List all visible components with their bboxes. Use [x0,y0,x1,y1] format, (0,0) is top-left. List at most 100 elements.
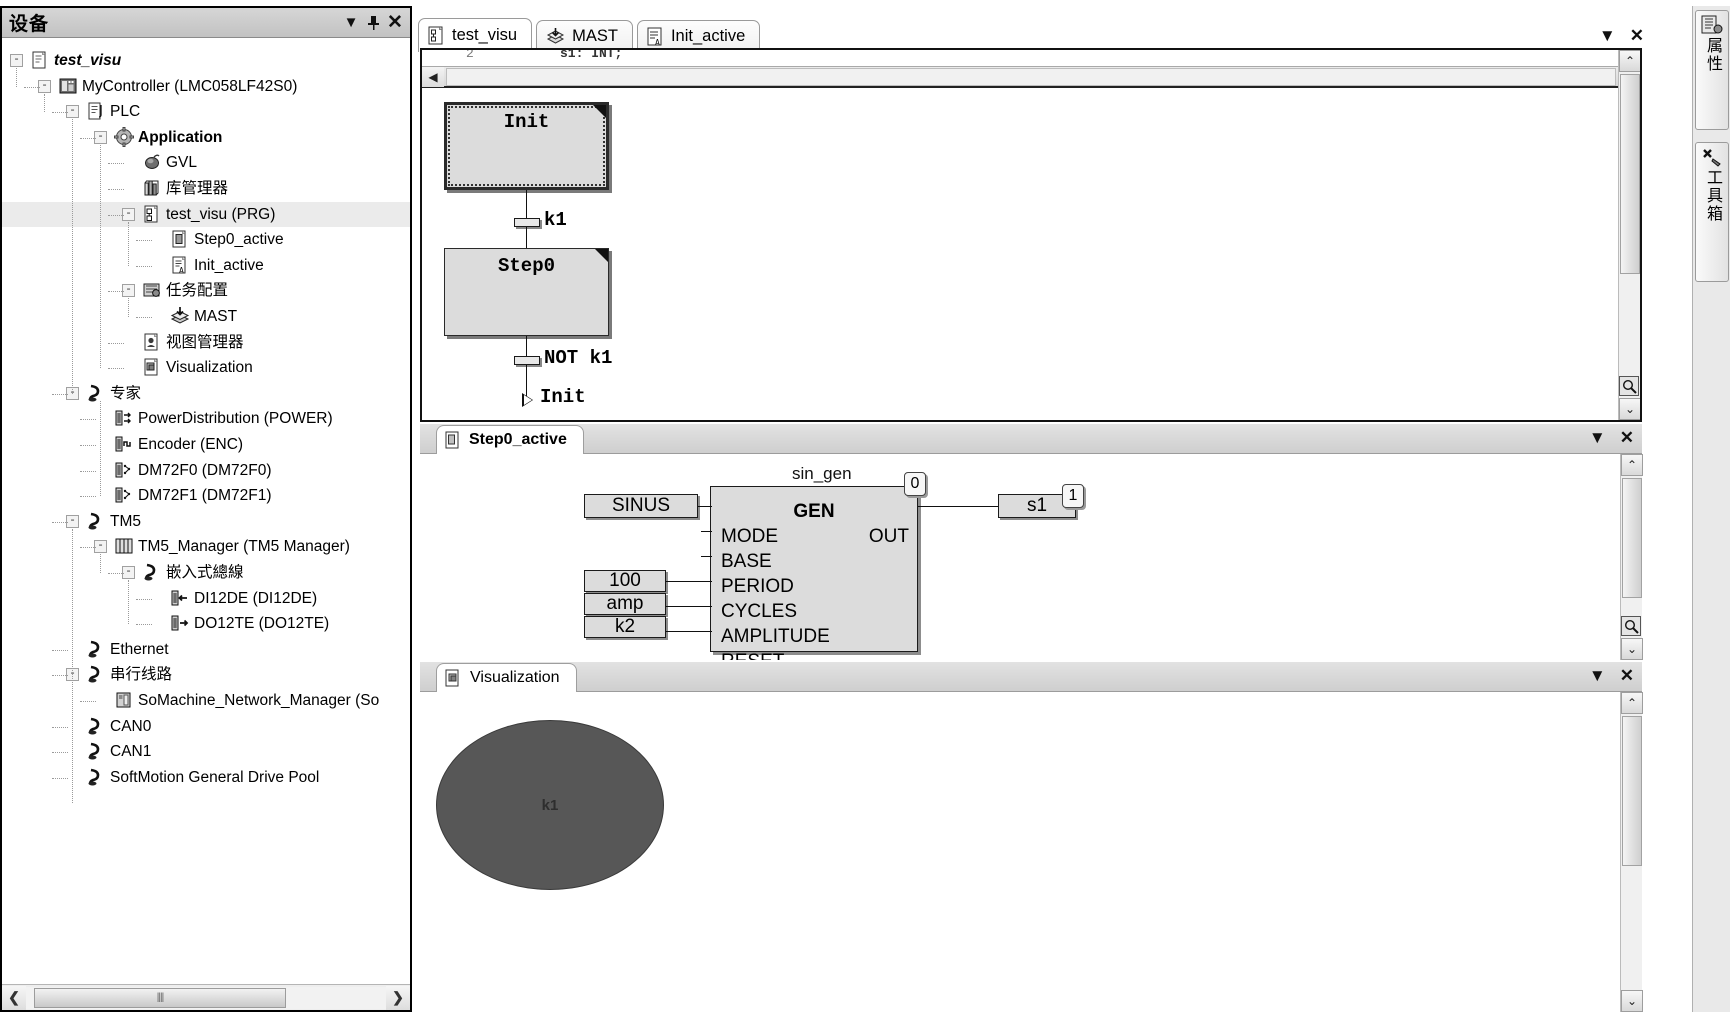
application-icon [114,126,134,147]
tree-item-label: Init_active [194,256,264,274]
sfc-transition-1[interactable] [514,218,540,227]
sfc-vscrollbar[interactable]: ⌃ ⌄ [1618,50,1640,420]
bus-node-icon [86,741,106,761]
fb-pin-base[interactable]: BASE [721,551,772,573]
tree-item[interactable]: 视图管理器 [2,330,410,356]
sfc-transition-2[interactable] [514,356,540,365]
fb-pin-mode[interactable]: MODE [721,526,778,548]
tree-item[interactable]: 库管理器 [2,176,410,202]
tree-item[interactable]: DM72F1 (DM72F1) [2,483,410,509]
fb-input-mode-value[interactable]: SINUS [584,494,698,518]
fbd-zoom-icon[interactable] [1621,616,1641,636]
visu-close-icon[interactable]: ✕ [1620,666,1634,686]
hscroll-right-arrow[interactable]: ❯ [386,985,410,1010]
tabstrip-dropdown-icon[interactable]: ▼ [1599,26,1616,46]
fbd-scroll-down-button[interactable]: ⌄ [1621,638,1643,660]
sfc-step-init[interactable]: Init [444,102,609,190]
rail-tab-toolbox[interactable]: 工具箱 [1695,142,1729,282]
tree-item-label: Visualization [166,359,253,377]
tree-item[interactable]: DM72F0 (DM72F0) [2,458,410,484]
tree-guide-line [136,240,152,242]
fbd-scroll-up-button[interactable]: ⌃ [1621,454,1643,476]
editor-area: test_visu MAST A Init_active ▼ ✕ 2 s1: I… [418,6,1650,1012]
tree-item[interactable]: - MyController (LMC058LF42S0) [2,74,410,100]
tree-expander-icon[interactable]: - [10,54,23,67]
tab-step0-active[interactable]: Step0_active [436,425,584,454]
visu-scroll-down-button[interactable]: ⌄ [1621,990,1643,1012]
tree-item-label: PowerDistribution (POWER) [138,410,333,428]
task-icon [170,306,190,326]
panel-pin-icon[interactable] [362,11,384,35]
tree-item[interactable]: - TM5_Manager (TM5 Manager) [2,534,410,560]
visu-ellipse-k1[interactable]: k1 [436,720,664,890]
sfc-canvas[interactable]: Init k1 Step0 NOT k1 Init [422,90,1618,420]
sfc-scroll-up-button[interactable]: ⌃ [1619,50,1640,72]
fb-pin-amplitude[interactable]: AMPLITUDE [721,626,830,648]
tree-item-label: TM5_Manager (TM5 Manager) [138,538,350,556]
tree-item-label: Application [138,128,223,146]
fb-pin-out[interactable]: OUT [869,526,909,548]
sfc-scroll-thumb[interactable] [1620,74,1640,274]
fb-wire-out [918,506,998,507]
tree-item-label: 任务配置 [166,282,229,300]
fb-input-reset-value[interactable]: k2 [584,616,666,638]
action-icon [445,431,461,449]
tree-item[interactable]: DI12DE (DI12DE) [2,586,410,612]
visualization-canvas[interactable]: k1 [422,692,1620,1012]
device-tree-hscrollbar[interactable]: ❮ |||| ❯ [2,984,410,1010]
visu-scroll-thumb[interactable] [1622,716,1642,866]
sfc-scroll-down-button[interactable]: ⌄ [1619,398,1640,420]
network-manager-icon [114,690,134,710]
fb-block-gen[interactable]: GEN MODE BASE PERIOD CYCLES AMPLITUDE RE… [710,486,918,660]
visu-vscrollbar[interactable]: ⌃ ⌄ [1620,692,1643,1012]
hscroll-left-arrow[interactable]: ❮ [2,985,26,1010]
hscroll-track[interactable]: |||| [26,986,386,1009]
panel-dropdown-icon[interactable]: ▼ [340,11,362,35]
tree-guide-line [128,221,129,266]
tab-test-visu[interactable]: test_visu [418,18,533,52]
tree-item[interactable]: GVL [2,150,410,176]
tabstrip-close-icon[interactable]: ✕ [1630,26,1644,46]
visu-dropdown-icon[interactable]: ▼ [1589,666,1606,686]
rail-tab-properties[interactable]: 属性 [1695,10,1729,130]
sfc-zoom-icon[interactable] [1619,376,1639,396]
step0-close-icon[interactable]: ✕ [1620,428,1634,448]
tree-item[interactable]: Visualization [2,355,410,381]
panel-close-icon[interactable]: ✕ [384,11,406,35]
tree-item[interactable]: Step0_active [2,227,410,253]
fb-input-cycles-value[interactable]: 100 [584,570,666,592]
tree-item[interactable]: - test_visu [2,48,410,74]
fbd-canvas[interactable]: GEN MODE BASE PERIOD CYCLES AMPLITUDE RE… [422,454,1620,660]
tree-item[interactable]: - 嵌入式總線 [2,560,410,586]
program-icon [142,204,162,224]
sfc-step-step0[interactable]: Step0 [444,248,609,336]
tree-item[interactable]: A Init_active [2,253,410,279]
tree-item[interactable]: - 任务配置 [2,278,410,304]
fb-pin-cycles[interactable]: CYCLES [721,601,797,623]
power-module-icon [114,408,134,428]
tree-item[interactable]: PowerDistribution (POWER) [2,406,410,432]
tree-guide-line [80,445,96,446]
fb-pin-reset[interactable]: RESET [721,651,784,660]
tab-visualization[interactable]: Visualization [436,663,577,692]
declaration-hscrollbar[interactable]: ◀ ▶ [422,66,1640,88]
visu-scroll-up-button[interactable]: ⌃ [1621,692,1643,714]
tree-item[interactable]: SoMachine_Network_Manager (So [2,688,410,714]
fbd-scroll-thumb[interactable] [1622,478,1642,598]
tree-item[interactable]: DO12TE (DO12TE) [2,611,410,637]
tree-guide-line [80,547,96,549]
step0-dropdown-icon[interactable]: ▼ [1589,428,1606,448]
rail-tab-label: 工具箱 [1704,169,1721,223]
decl-hscroll-left-arrow[interactable]: ◀ [422,66,444,87]
decl-hscroll-track[interactable] [446,67,1616,86]
fbd-vscrollbar[interactable]: ⌃ ⌄ [1620,454,1643,660]
hscroll-thumb[interactable]: |||| [34,987,286,1008]
device-tree-scroll-area[interactable]: - test_visu - MyController (LMC058LF42S0) - P… [2,38,410,984]
fb-pin-period[interactable]: PERIOD [721,576,794,598]
fb-input-amplitude-value[interactable]: amp [584,593,666,615]
tree-item[interactable]: MAST [2,304,410,330]
tree-item[interactable]: - Application [2,125,410,151]
tree-item[interactable]: Encoder (ENC) [2,432,410,458]
task-config-icon [142,280,162,300]
tree-item[interactable]: - test_visu (PRG) [2,201,410,228]
